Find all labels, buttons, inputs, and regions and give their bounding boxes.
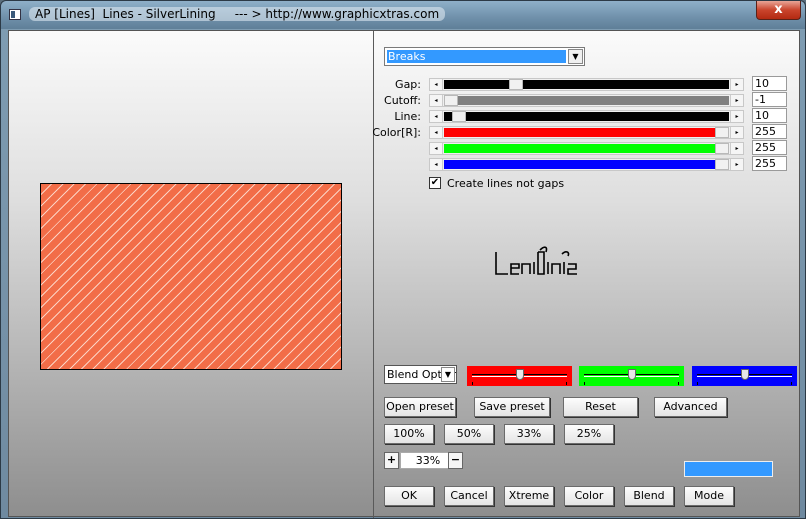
green-value-field[interactable]: 255 <box>752 140 787 155</box>
blend-button[interactable]: Blend <box>624 486 674 506</box>
line-slider-fill-right <box>466 112 729 121</box>
ok-button[interactable]: OK <box>384 486 434 506</box>
blue-slider-fill <box>444 160 715 169</box>
cutoff-slider[interactable]: ◂ ▸ <box>429 94 744 107</box>
zoom-out-button[interactable]: − <box>448 452 463 469</box>
scroll-left-arrow-icon[interactable]: ◂ <box>430 95 443 106</box>
create-lines-checkbox[interactable]: ✔ <box>429 177 441 189</box>
gap-value-field[interactable]: 10 <box>752 76 787 91</box>
chevron-down-icon[interactable]: ▼ <box>441 367 455 382</box>
gap-slider-thumb[interactable] <box>509 79 523 90</box>
zoom-50-button[interactable]: 50% <box>444 424 494 444</box>
blue-value-field[interactable]: 255 <box>752 156 787 171</box>
cutoff-value-field[interactable]: -1 <box>752 92 787 107</box>
tick-mark <box>566 382 567 385</box>
line-slider-thumb[interactable] <box>452 111 466 122</box>
scroll-left-arrow-icon[interactable]: ◂ <box>430 111 443 122</box>
title-bar[interactable]: AP [Lines] Lines - SilverLining --- > ht… <box>1 1 805 29</box>
scroll-right-arrow-icon[interactable]: ▸ <box>730 143 743 154</box>
xtreme-button[interactable]: Xtreme <box>504 486 554 506</box>
zoom-in-button[interactable]: + <box>384 452 399 469</box>
create-lines-label[interactable]: Create lines not gaps <box>447 177 564 190</box>
blend-options-dropdown[interactable]: Blend Option ▼ <box>384 365 457 384</box>
tick-mark <box>791 382 792 385</box>
scroll-right-arrow-icon[interactable]: ▸ <box>730 159 743 170</box>
color-r-label: Color[R]: <box>372 126 421 139</box>
tick-mark <box>584 382 585 385</box>
red-slider-thumb[interactable] <box>715 127 729 138</box>
color-green-slider[interactable]: ◂ ▸ <box>429 142 744 155</box>
zoom-25-button[interactable]: 25% <box>564 424 614 444</box>
color-blue-slider[interactable]: ◂ ▸ <box>429 158 744 171</box>
gap-slider[interactable]: ◂ ▸ <box>429 78 744 91</box>
plugin-window: AP [Lines] Lines - SilverLining --- > ht… <box>0 0 806 519</box>
mode-button[interactable]: Mode <box>684 486 734 506</box>
red-slider-fill <box>444 128 715 137</box>
scroll-left-arrow-icon[interactable]: ◂ <box>430 159 443 170</box>
scroll-left-arrow-icon[interactable]: ◂ <box>430 143 443 154</box>
reset-button[interactable]: Reset <box>563 397 638 417</box>
scroll-right-arrow-icon[interactable]: ▸ <box>730 111 743 122</box>
close-button[interactable]: x <box>756 1 801 20</box>
cutoff-slider-fill <box>458 96 729 105</box>
blend-red-slider[interactable] <box>467 366 572 386</box>
chevron-down-icon[interactable]: ▼ <box>568 49 583 64</box>
red-value-field[interactable]: 255 <box>752 124 787 139</box>
tick-mark <box>678 382 679 385</box>
gap-label: Gap: <box>395 78 421 91</box>
tick-mark <box>697 382 698 385</box>
green-slider-fill <box>444 144 715 153</box>
open-preset-button[interactable]: Open preset <box>384 397 456 417</box>
scroll-right-arrow-icon[interactable]: ▸ <box>730 127 743 138</box>
effect-dropdown-value: Breaks <box>387 50 566 63</box>
save-preset-button[interactable]: Save preset <box>474 397 550 417</box>
color-swatch[interactable] <box>684 461 773 477</box>
blend-green-slider[interactable] <box>579 366 684 386</box>
gap-slider-fill <box>444 80 509 89</box>
blue-slider-thumb[interactable] <box>715 159 729 170</box>
blend-green-knob[interactable] <box>628 369 636 380</box>
blend-blue-slider[interactable] <box>692 366 797 386</box>
cutoff-slider-thumb[interactable] <box>444 95 458 106</box>
window-title: AP [Lines] Lines - SilverLining --- > ht… <box>29 7 446 21</box>
color-button[interactable]: Color <box>564 486 614 506</box>
advanced-button[interactable]: Advanced <box>654 397 727 417</box>
scroll-left-arrow-icon[interactable]: ◂ <box>430 127 443 138</box>
color-red-slider[interactable]: ◂ ▸ <box>429 126 744 139</box>
line-value-field[interactable]: 10 <box>752 108 787 123</box>
preview-image <box>40 183 342 370</box>
line-slider[interactable]: ◂ ▸ <box>429 110 744 123</box>
dialog-client-area: Breaks ▼ Gap: ◂ ▸ 10 Cutoff: ◂ ▸ -1 Line… <box>8 30 800 518</box>
window-app-icon <box>9 9 21 20</box>
line-slider-fill <box>444 112 452 121</box>
cutoff-label: Cutoff: <box>384 94 421 107</box>
zoom-33-button[interactable]: 33% <box>504 424 554 444</box>
zoom-100-button[interactable]: 100% <box>384 424 434 444</box>
blend-red-knob[interactable] <box>516 369 524 380</box>
gap-slider-fill-right <box>523 80 729 89</box>
effect-dropdown[interactable]: Breaks ▼ <box>384 47 585 66</box>
green-slider-thumb[interactable] <box>715 143 729 154</box>
blend-blue-knob[interactable] <box>741 369 749 380</box>
scroll-right-arrow-icon[interactable]: ▸ <box>730 79 743 90</box>
lenidini-logo <box>495 246 577 275</box>
scroll-left-arrow-icon[interactable]: ◂ <box>430 79 443 90</box>
line-label: Line: <box>394 110 421 123</box>
tick-mark <box>472 382 473 385</box>
scroll-right-arrow-icon[interactable]: ▸ <box>730 95 743 106</box>
cancel-button[interactable]: Cancel <box>444 486 494 506</box>
